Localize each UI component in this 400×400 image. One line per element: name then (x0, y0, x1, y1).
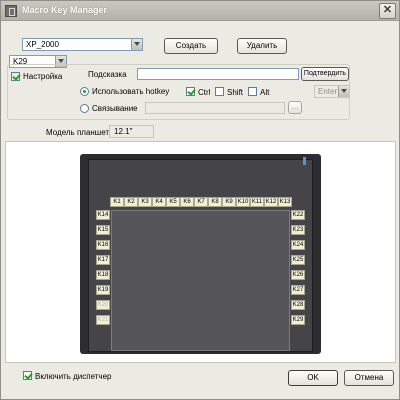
browse-button[interactable]: ... (288, 101, 302, 114)
tablet-model-field: 12.1" (109, 125, 154, 138)
close-button[interactable]: ✕ (379, 3, 396, 19)
macro-key-k12[interactable]: K12 (264, 197, 278, 207)
macro-key-k13[interactable]: K13 (278, 197, 292, 207)
macro-key-k5[interactable]: K5 (166, 197, 180, 207)
settings-label: Настройка (23, 72, 64, 81)
key-value-select[interactable]: Enter (314, 85, 350, 98)
macro-key-k8[interactable]: K8 (208, 197, 222, 207)
window-title: Macro Key Manager (22, 5, 108, 15)
macro-key-k14[interactable]: K14 (96, 210, 110, 220)
macro-key-k1[interactable]: K1 (110, 197, 124, 207)
macro-key-manager-window: Macro Key Manager ✕ XP_2000 Создать Удал… (0, 0, 400, 400)
macro-key-k19[interactable]: K19 (96, 285, 110, 295)
link-input[interactable] (145, 102, 285, 114)
macro-key-k29[interactable]: K29 (291, 315, 305, 325)
key-value-text: Enter (318, 87, 338, 96)
alt-checkbox[interactable] (248, 87, 257, 96)
delete-button[interactable]: Удалить (237, 38, 287, 54)
macro-key-k24[interactable]: K24 (291, 240, 305, 250)
macro-key-k28[interactable]: K28 (291, 300, 305, 310)
tablet-inner-area (111, 210, 290, 351)
macro-key-k4[interactable]: K4 (152, 197, 166, 207)
macro-key-k25[interactable]: K25 (291, 255, 305, 265)
macro-key-k16[interactable]: K16 (96, 240, 110, 250)
cancel-button[interactable]: Отмена (344, 370, 394, 386)
link-radio[interactable] (80, 104, 89, 113)
macro-key-k21[interactable]: K21 (96, 315, 110, 325)
macro-key-k10[interactable]: K10 (236, 197, 250, 207)
macro-key-k18[interactable]: K18 (96, 270, 110, 280)
macro-key-k11[interactable]: K11 (250, 197, 264, 207)
macro-key-k6[interactable]: K6 (180, 197, 194, 207)
ctrl-checkbox[interactable] (186, 87, 195, 96)
use-hotkey-label: Использовать hotkey (92, 87, 170, 96)
app-icon (5, 5, 17, 17)
macro-key-k2[interactable]: K2 (124, 197, 138, 207)
macro-key-k9[interactable]: K9 (222, 197, 236, 207)
link-label: Связывание (92, 104, 138, 113)
profile-select-value: XP_2000 (26, 40, 59, 49)
macro-key-k20[interactable]: K20 (96, 300, 110, 310)
title-bar[interactable]: Macro Key Manager ✕ (1, 1, 399, 21)
alt-label: Alt (260, 88, 270, 97)
settings-checkbox[interactable] (11, 72, 20, 81)
hint-label: Подсказка (88, 70, 127, 79)
close-icon: ✕ (382, 4, 393, 16)
shift-checkbox[interactable] (215, 87, 224, 96)
chevron-down-icon[interactable] (338, 86, 349, 97)
macro-key-k22[interactable]: K22 (291, 210, 305, 220)
macro-key-k23[interactable]: K23 (291, 225, 305, 235)
ok-button[interactable]: OK (288, 370, 338, 386)
tablet-indicator-light (303, 157, 306, 165)
create-button[interactable]: Создать (164, 38, 218, 54)
profile-select[interactable]: XP_2000 (22, 38, 143, 51)
tablet-model-label: Модель планшета (46, 128, 114, 137)
chevron-down-icon[interactable] (131, 39, 142, 50)
hint-input[interactable] (137, 68, 299, 80)
enable-dispatcher-label: Включить диспетчер (35, 372, 112, 381)
macro-key-k15[interactable]: K15 (96, 225, 110, 235)
macro-key-k3[interactable]: K3 (138, 197, 152, 207)
ctrl-label: Ctrl (198, 88, 211, 97)
confirm-button[interactable]: Подтвердить (301, 67, 349, 81)
macro-key-k27[interactable]: K27 (291, 285, 305, 295)
macro-key-k26[interactable]: K26 (291, 270, 305, 280)
enable-dispatcher-checkbox[interactable] (23, 371, 32, 380)
use-hotkey-radio[interactable] (80, 87, 89, 96)
macro-key-k7[interactable]: K7 (194, 197, 208, 207)
macro-key-k17[interactable]: K17 (96, 255, 110, 265)
shift-label: Shift (227, 88, 244, 97)
